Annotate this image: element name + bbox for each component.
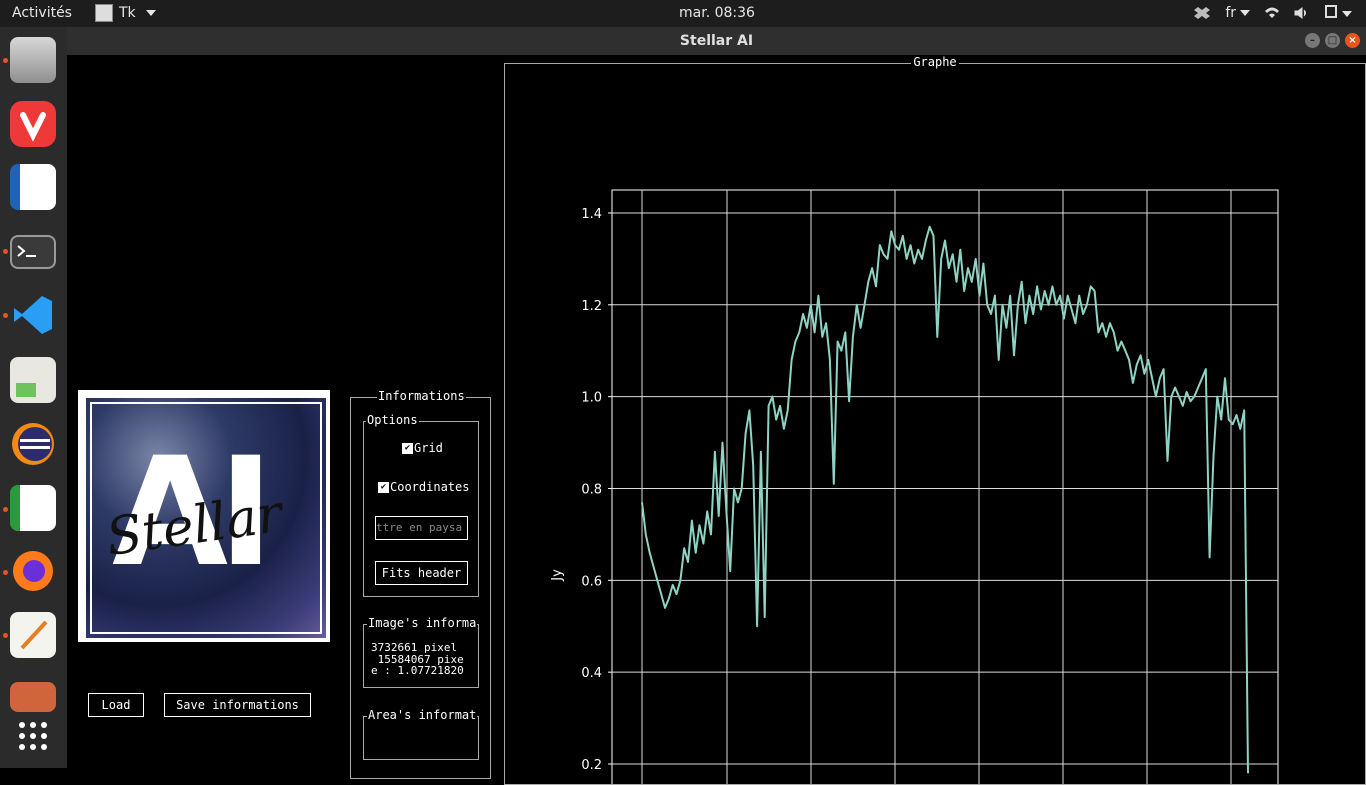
terminal-prompt-icon bbox=[17, 245, 36, 257]
mode-entry-value: ttre en paysa bbox=[376, 521, 463, 534]
fits-header-button[interactable]: Fits header bbox=[375, 561, 468, 585]
grid-label: Grid bbox=[414, 441, 443, 455]
image-informations-frame: Image's informa 3732661 pixel 15584067 p… bbox=[363, 616, 479, 688]
minimize-button[interactable]: – bbox=[1305, 33, 1320, 48]
maximize-button[interactable]: □ bbox=[1325, 33, 1340, 48]
chevron-down-icon bbox=[1342, 11, 1352, 17]
options-frame: Options ✔ Grid ✔ Coordinates ttre en pay… bbox=[363, 413, 479, 597]
check-icon: ✔ bbox=[378, 481, 389, 493]
firefox-icon[interactable] bbox=[10, 547, 56, 593]
y-tick-label: 0.8 bbox=[581, 482, 602, 497]
app-window: AI Stellar Load Save informations Inform… bbox=[67, 55, 1366, 785]
libreoffice-writer-icon[interactable] bbox=[10, 164, 56, 210]
graph-frame: Graphe 0.2 0.4 0.6 0.8 1.0 1.2 1.4 Jy bbox=[504, 55, 1366, 785]
options-title: Options bbox=[366, 413, 419, 427]
power-menu[interactable] bbox=[1324, 4, 1352, 22]
volume-icon[interactable] bbox=[1294, 6, 1310, 20]
window-title: Stellar AI bbox=[679, 33, 754, 49]
save-informations-button[interactable]: Save informations bbox=[164, 693, 311, 717]
wifi-icon[interactable] bbox=[1264, 6, 1280, 20]
eclipse-logo bbox=[12, 423, 54, 465]
clipboard-icon bbox=[1325, 5, 1337, 18]
spectrum-chart[interactable]: 0.2 0.4 0.6 0.8 1.0 1.2 1.4 Jy bbox=[505, 64, 1365, 784]
running-indicator bbox=[3, 633, 8, 638]
top-bar: Activités Tk mar. 08:36 fr bbox=[0, 0, 1366, 27]
grid-dots-icon bbox=[19, 722, 47, 750]
y-tick-label: 1.4 bbox=[581, 207, 602, 222]
files-icon[interactable] bbox=[10, 37, 56, 83]
image-info-line: e : 1.07721820 bbox=[371, 665, 464, 676]
running-indicator bbox=[3, 313, 8, 318]
load-button[interactable]: Load bbox=[88, 693, 144, 717]
coordinates-label: Coordinates bbox=[390, 480, 470, 494]
informations-title: Informations bbox=[377, 389, 466, 403]
running-indicator bbox=[3, 58, 8, 63]
y-tick-label: 1.2 bbox=[581, 299, 602, 314]
close-button[interactable]: × bbox=[1345, 33, 1360, 48]
y-tick-label: 0.4 bbox=[581, 666, 602, 681]
area-informations-title: Area's informat bbox=[367, 708, 478, 722]
image-informations-title: Image's informa bbox=[367, 616, 478, 630]
firefox-logo bbox=[13, 551, 53, 591]
stellar-ai-logo: AI Stellar bbox=[78, 390, 330, 642]
informations-frame: Informations Options ✔ Grid ✔ Coordinate… bbox=[350, 389, 491, 779]
y-axis-label: Jy bbox=[550, 569, 565, 582]
show-apps-icon[interactable] bbox=[10, 717, 56, 763]
language-indicator[interactable]: fr bbox=[1225, 5, 1250, 21]
pencil-icon bbox=[20, 620, 48, 650]
chevron-down-icon bbox=[1240, 10, 1250, 16]
y-tick-label: 0.6 bbox=[581, 574, 602, 589]
gedit-logo bbox=[16, 383, 36, 397]
plot-area-border bbox=[611, 189, 1279, 784]
running-indicator bbox=[3, 249, 8, 254]
text-editor-icon[interactable] bbox=[10, 357, 56, 403]
window-title-bar[interactable]: Stellar AI – □ × bbox=[67, 27, 1366, 55]
mode-entry-field[interactable]: ttre en paysa bbox=[375, 516, 468, 540]
notepad-icon[interactable] bbox=[10, 612, 56, 658]
terminal-icon[interactable] bbox=[10, 235, 56, 269]
grid-checkbox[interactable]: ✔ Grid bbox=[402, 441, 443, 455]
vivaldi-logo bbox=[20, 112, 46, 142]
libreoffice-calc-icon[interactable] bbox=[10, 485, 56, 531]
y-tick-label: 0.2 bbox=[581, 758, 602, 773]
system-tray[interactable]: fr bbox=[1193, 4, 1352, 22]
check-icon: ✔ bbox=[402, 442, 413, 454]
coordinates-checkbox[interactable]: ✔ Coordinates bbox=[378, 480, 469, 494]
running-indicator bbox=[3, 570, 8, 575]
image-info-line: 15584067 pixe bbox=[371, 654, 464, 665]
logo-galaxy-background: AI Stellar bbox=[84, 396, 328, 640]
image-info-line: 3732661 pixel bbox=[371, 642, 458, 653]
spectrum-series-line bbox=[641, 225, 1249, 774]
eclipse-icon[interactable] bbox=[10, 421, 56, 467]
dropbox-icon[interactable] bbox=[1193, 6, 1211, 20]
running-indicator bbox=[3, 507, 8, 512]
language-label: fr bbox=[1225, 5, 1236, 21]
clock[interactable]: mar. 08:36 bbox=[0, 5, 1366, 21]
vscode-icon[interactable] bbox=[10, 292, 56, 338]
y-tick-label: 1.0 bbox=[581, 391, 602, 406]
toolbox-icon[interactable] bbox=[10, 682, 56, 712]
vivaldi-icon[interactable] bbox=[10, 101, 56, 147]
vscode-logo bbox=[14, 296, 52, 334]
area-informations-frame: Area's informat bbox=[363, 708, 479, 760]
dock bbox=[0, 27, 67, 768]
